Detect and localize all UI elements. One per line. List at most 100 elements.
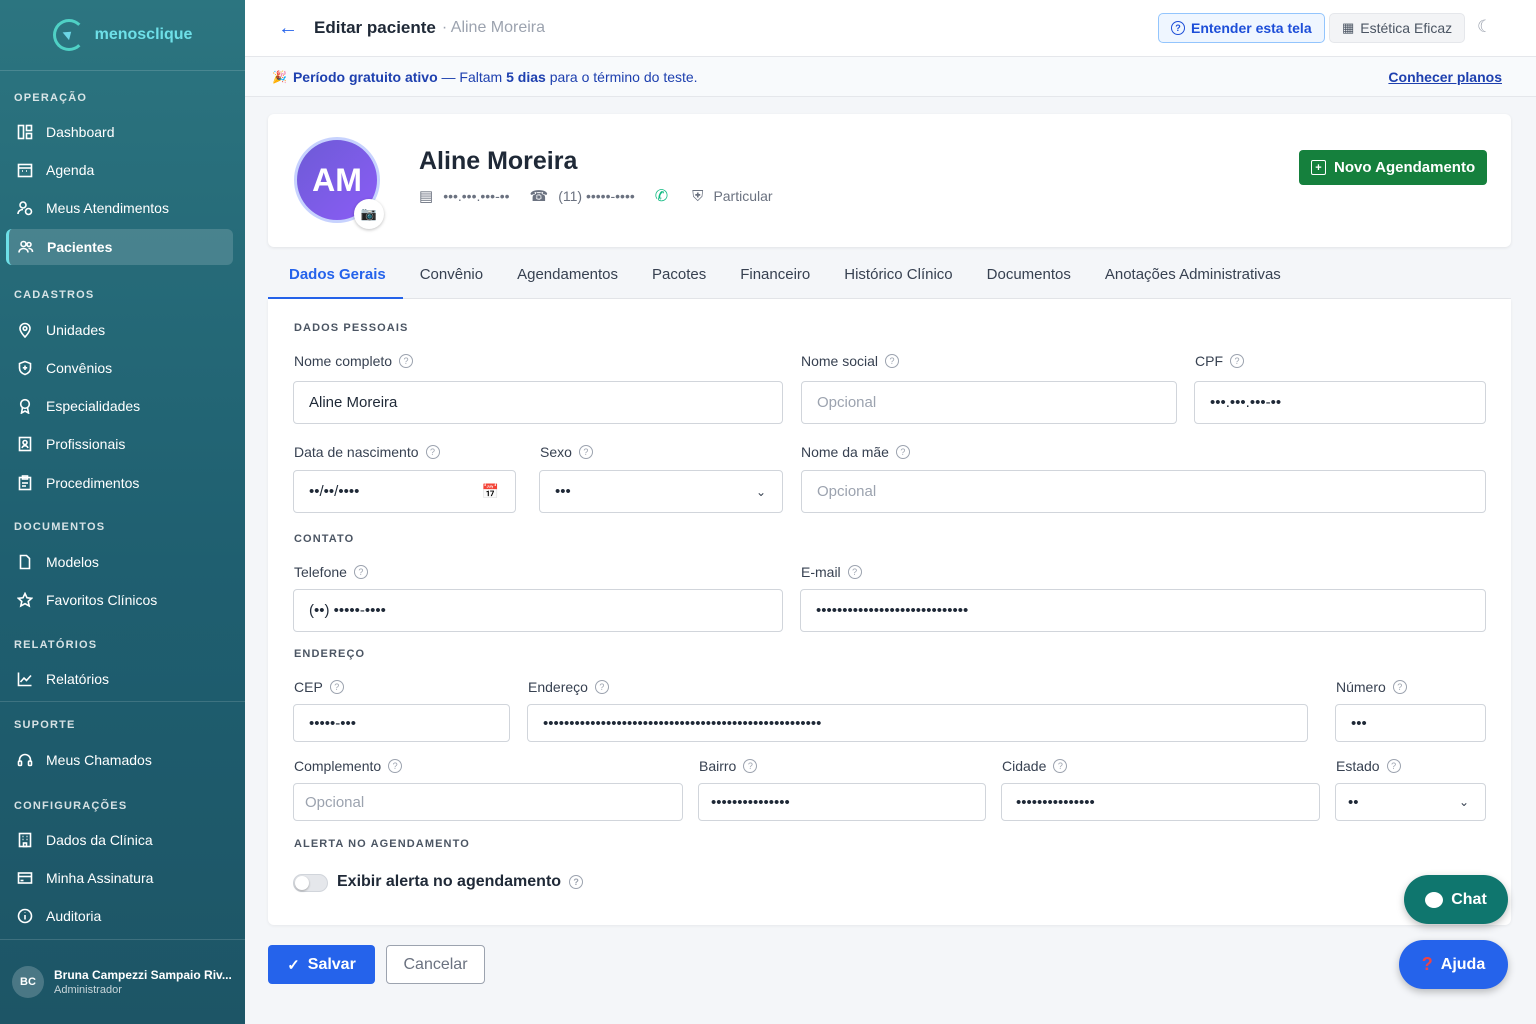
user-name: Bruna Campezzi Sampaio Riv... bbox=[54, 968, 232, 982]
sexo-select[interactable]: ••• ⌄ bbox=[539, 470, 783, 513]
clinic-selector-button[interactable]: ▦ Estética Eficaz bbox=[1329, 13, 1466, 43]
nome-completo-input[interactable]: Aline Moreira bbox=[293, 381, 783, 424]
patient-cpf: •••.•••.•••-•• bbox=[443, 188, 510, 204]
bairro-input[interactable]: ••••••••••••••• bbox=[698, 783, 986, 821]
top-bar: ← Editar paciente · Aline Moreira ? Ente… bbox=[245, 0, 1536, 57]
numero-input[interactable]: ••• bbox=[1335, 704, 1486, 742]
save-label: Salvar bbox=[307, 955, 356, 973]
sidebar-item-dashboard[interactable]: Dashboard bbox=[6, 114, 233, 150]
app-logo[interactable]: menosclique bbox=[0, 0, 245, 71]
sidebar-item-relatorios[interactable]: Relatórios bbox=[6, 661, 233, 697]
new-appointment-button[interactable]: + Novo Agendamento bbox=[1299, 150, 1488, 185]
check-icon: ✓ bbox=[287, 956, 300, 974]
help-icon[interactable]: ? bbox=[425, 445, 440, 459]
patient-name: Aline Moreira bbox=[419, 147, 578, 175]
label-cep: CEP? bbox=[294, 679, 344, 695]
sidebar-item-label: Meus Chamados bbox=[46, 752, 152, 768]
clinic-label: Estética Eficaz bbox=[1360, 20, 1453, 36]
plans-link[interactable]: Conhecer planos bbox=[1388, 69, 1502, 85]
understand-screen-button[interactable]: ? Entender esta tela bbox=[1158, 13, 1325, 43]
sidebar-item-label: Unidades bbox=[46, 322, 106, 338]
tab-historico-clinico[interactable]: Histórico Clínico bbox=[827, 255, 969, 299]
sidebar-item-convenios[interactable]: Convênios bbox=[6, 350, 233, 386]
moon-icon[interactable]: ☾ bbox=[1477, 17, 1492, 37]
tab-agendamentos[interactable]: Agendamentos bbox=[500, 255, 635, 299]
sidebar-item-pacientes[interactable]: Pacientes bbox=[6, 229, 233, 265]
sidebar-item-especialidades[interactable]: Especialidades bbox=[6, 388, 233, 424]
nome-mae-input[interactable]: Opcional bbox=[801, 470, 1486, 513]
sidebar-item-label: Meus Atendimentos bbox=[46, 200, 169, 216]
complemento-input[interactable]: Opcional bbox=[293, 783, 683, 821]
tab-pacotes[interactable]: Pacotes bbox=[635, 255, 723, 299]
help-icon[interactable]: ? bbox=[1230, 354, 1244, 368]
patient-plan: Particular bbox=[713, 188, 773, 204]
sidebar-item-agenda[interactable]: Agenda bbox=[6, 152, 233, 188]
help-icon[interactable]: ? bbox=[353, 565, 368, 579]
estado-select[interactable]: •• ⌄ bbox=[1335, 783, 1486, 821]
sidebar-item-unidades[interactable]: Unidades bbox=[6, 312, 233, 348]
id-card-icon: ▤ bbox=[419, 188, 434, 205]
help-icon[interactable]: ? bbox=[1386, 759, 1401, 773]
cidade-input[interactable]: ••••••••••••••• bbox=[1001, 783, 1320, 821]
nav-section-relatorios: RELATÓRIOS bbox=[14, 639, 98, 651]
alert-toggle[interactable] bbox=[293, 874, 328, 892]
back-arrow-icon[interactable]: ← bbox=[278, 17, 298, 40]
sidebar-item-meus-atendimentos[interactable]: Meus Atendimentos bbox=[6, 190, 233, 226]
data-nascimento-input[interactable]: ••/••/•••• 📅 bbox=[293, 470, 516, 513]
tab-dados-gerais[interactable]: Dados Gerais bbox=[268, 255, 403, 300]
sidebar-item-meus-chamados[interactable]: Meus Chamados bbox=[6, 742, 233, 778]
save-button[interactable]: ✓ Salvar bbox=[268, 945, 375, 984]
cep-input[interactable]: •••••-••• bbox=[293, 704, 510, 742]
sidebar-item-auditoria[interactable]: Auditoria bbox=[6, 898, 233, 934]
whatsapp-icon[interactable]: ✆ bbox=[655, 186, 668, 206]
help-icon[interactable]: ? bbox=[329, 680, 344, 694]
nav-section-cadastros: CADASTROS bbox=[14, 289, 95, 301]
label-data-nascimento: Data de nascimento? bbox=[294, 444, 440, 460]
tab-financeiro[interactable]: Financeiro bbox=[723, 255, 827, 299]
help-icon[interactable]: ? bbox=[578, 445, 593, 459]
chat-button[interactable]: Chat bbox=[1404, 875, 1508, 924]
help-icon[interactable]: ? bbox=[743, 759, 758, 773]
clipboard-icon bbox=[17, 475, 33, 491]
help-floating-button[interactable]: ? Ajuda bbox=[1399, 940, 1508, 989]
credit-card-icon bbox=[17, 870, 33, 886]
sidebar-item-dados-da-clinica[interactable]: Dados da Clínica bbox=[6, 822, 233, 858]
section-endereco: ENDEREÇO bbox=[294, 648, 366, 660]
label-nome-completo: Nome completo? bbox=[294, 353, 414, 369]
tab-anotacoes-administrativas[interactable]: Anotações Administrativas bbox=[1088, 255, 1298, 299]
sidebar-item-label: Procedimentos bbox=[46, 475, 140, 491]
alert-toggle-label: Exibir alerta no agendamento? bbox=[337, 873, 584, 891]
user-profile[interactable]: BC Bruna Campezzi Sampaio Riv... Adminis… bbox=[0, 939, 245, 1024]
help-icon[interactable]: ? bbox=[1392, 680, 1407, 694]
sidebar-item-minha-assinatura[interactable]: Minha Assinatura bbox=[6, 860, 233, 896]
sidebar-item-label: Profissionais bbox=[46, 436, 126, 452]
trial-days: 5 dias bbox=[506, 68, 546, 85]
label-sexo: Sexo? bbox=[540, 444, 593, 460]
section-contato: CONTATO bbox=[294, 533, 355, 545]
telefone-input[interactable]: (••) •••••-•••• bbox=[293, 589, 783, 632]
calendar-icon[interactable]: 📅 bbox=[482, 483, 499, 500]
email-input[interactable]: ••••••••••••••••••••••••••••• bbox=[800, 589, 1486, 632]
help-icon[interactable]: ? bbox=[895, 445, 910, 459]
sidebar-item-profissionais[interactable]: Profissionais bbox=[6, 426, 233, 462]
camera-icon[interactable]: 📷 bbox=[354, 199, 384, 229]
sidebar-item-modelos[interactable]: Modelos bbox=[6, 544, 233, 580]
tab-convenio[interactable]: Convênio bbox=[403, 255, 500, 299]
endereco-input[interactable]: ••••••••••••••••••••••••••••••••••••••••… bbox=[527, 704, 1308, 742]
label-numero: Número? bbox=[1336, 679, 1407, 695]
help-icon[interactable]: ? bbox=[885, 354, 900, 368]
cancel-button[interactable]: Cancelar bbox=[386, 945, 485, 984]
sidebar-item-favoritos-clinicos[interactable]: Favoritos Clínicos bbox=[6, 582, 233, 618]
sidebar-item-procedimentos[interactable]: Procedimentos bbox=[6, 465, 233, 501]
help-icon[interactable]: ? bbox=[594, 680, 609, 694]
sidebar-item-label: Dashboard bbox=[46, 124, 115, 140]
help-icon[interactable]: ? bbox=[569, 875, 584, 889]
label-bairro: Bairro? bbox=[699, 758, 758, 774]
nome-social-input[interactable]: Opcional bbox=[801, 381, 1177, 424]
help-icon[interactable]: ? bbox=[1053, 759, 1068, 773]
help-icon[interactable]: ? bbox=[399, 354, 414, 368]
cpf-input[interactable]: •••.•••.•••-•• bbox=[1194, 381, 1486, 424]
help-icon[interactable]: ? bbox=[847, 565, 862, 579]
tab-documentos[interactable]: Documentos bbox=[970, 255, 1088, 299]
help-icon[interactable]: ? bbox=[388, 759, 403, 773]
